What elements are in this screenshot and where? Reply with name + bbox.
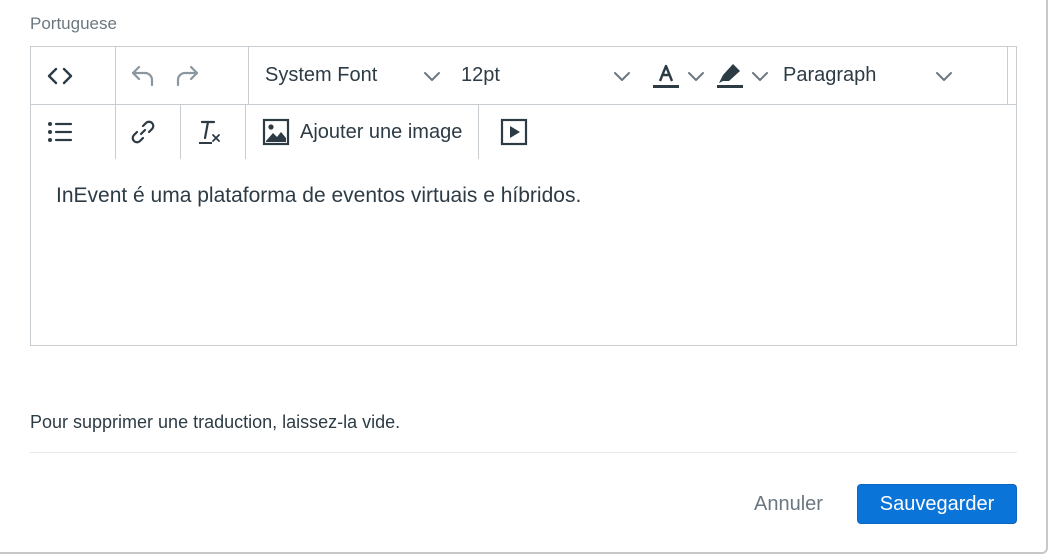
link-button[interactable] [124,113,162,151]
chevron-down-icon [752,71,768,81]
field-label: Portuguese [30,14,117,33]
removal-hint: Pour supprimer une traduction, laissez-l… [30,412,401,432]
code-view-icon [47,67,73,84]
chevron-down-icon [688,71,704,81]
toolbar-group-media [479,105,549,159]
clear-formatting-button[interactable] [189,113,227,151]
block-format-select[interactable]: Paragraph [773,57,963,95]
font-family-value: System Font [265,64,378,86]
toolbar-group-link [116,105,181,159]
text-color-button[interactable] [647,57,685,95]
insert-image-button[interactable]: Ajouter une image [262,118,462,146]
bullet-list-icon [48,122,73,142]
editor-content[interactable]: InEvent é uma plataforma de eventos virt… [56,184,581,208]
redo-icon [176,65,199,86]
text-color-icon [653,64,679,88]
save-button[interactable]: Sauvegarder [857,484,1017,524]
block-format-value: Paragraph [783,64,877,86]
toolbar-group-clear [181,105,246,159]
toolbar-group-list [31,105,116,159]
toolbar-group-code [31,47,116,104]
undo-button[interactable] [124,57,162,95]
clear-formatting-icon [199,120,220,144]
highlight-color-icon [717,63,743,88]
toolbar-group-format: System Font 12pt Paragraph [249,47,1008,104]
insert-media-button[interactable] [495,113,533,151]
bullet-list-button[interactable] [41,113,79,151]
toolbar-group-history [116,47,249,104]
font-size-value: 12pt [461,64,500,86]
text-color-split-button[interactable] [647,57,705,95]
rich-text-editor: System Font 12pt Paragraph Ajouter une i… [30,46,1017,346]
insert-image-label: Ajouter une image [300,120,463,143]
divider [30,452,1017,453]
code-view-button[interactable] [41,57,79,95]
chevron-down-icon [614,71,630,81]
chevron-down-icon [424,71,440,81]
redo-button[interactable] [168,57,206,95]
media-icon [501,118,528,146]
font-family-select[interactable]: System Font [255,57,451,95]
link-icon [131,120,155,144]
toolbar-group-image: Ajouter une image [246,105,480,159]
font-size-select[interactable]: 12pt [451,57,641,95]
toolbar-row-1: System Font 12pt Paragraph [31,47,1016,105]
image-icon [262,118,290,146]
chevron-down-icon [936,71,952,81]
toolbar-row-2: Ajouter une image [31,105,1016,159]
undo-icon [131,65,154,86]
highlight-color-button[interactable] [711,57,749,95]
cancel-button[interactable]: Annuler [744,484,833,524]
highlight-color-split-button[interactable] [711,57,769,95]
